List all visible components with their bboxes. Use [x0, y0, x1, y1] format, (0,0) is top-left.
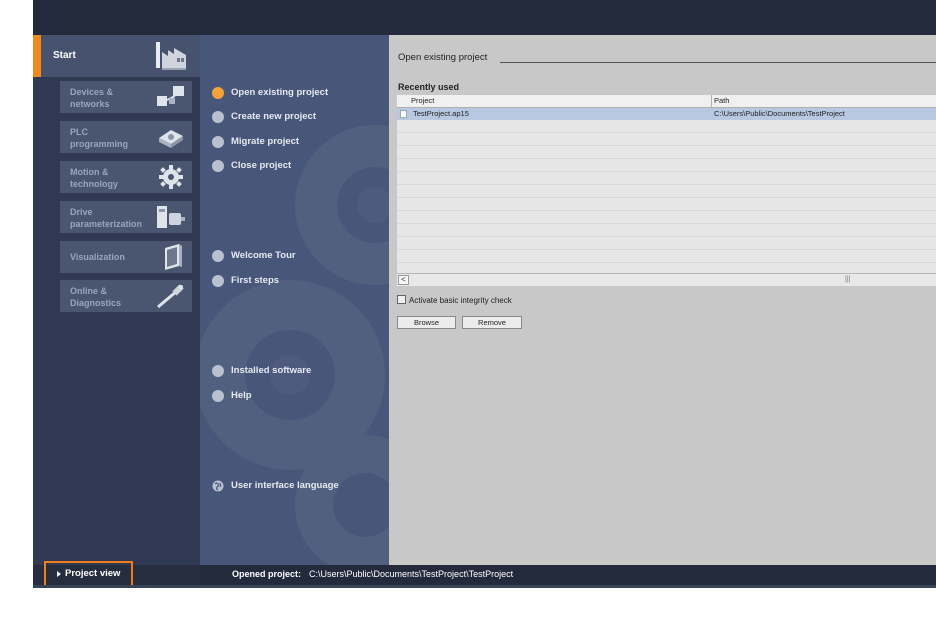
- open-project-panel: Open existing project Recently used Proj…: [389, 35, 936, 565]
- start-factory-icon: [156, 42, 186, 70]
- recently-used-heading: Recently used: [398, 82, 460, 92]
- title-divider: [500, 62, 936, 63]
- column-header-path[interactable]: Path: [714, 96, 729, 105]
- plc-programming-icon: [159, 130, 183, 148]
- menu-item-label: Welcome Tour: [231, 250, 296, 261]
- recent-projects-table: Project Path TestProject.ap15 C:\Users\P…: [397, 95, 936, 285]
- row-divider: [397, 197, 936, 198]
- motion-gear-icon: [159, 165, 183, 189]
- sidebar-item-plc-programming[interactable]: PLC programming: [60, 121, 192, 153]
- sidebar-item-label: Online & Diagnostics: [70, 286, 122, 308]
- radio-indicator: [212, 390, 224, 402]
- sidebar-item-motion-technology[interactable]: Motion & technology: [60, 161, 192, 193]
- row-divider: [397, 132, 936, 133]
- drive-motor-icon: [157, 206, 185, 228]
- table-row[interactable]: TestProject.ap15 C:\Users\Public\Documen…: [397, 108, 936, 120]
- scroll-grip-icon[interactable]: |||: [845, 276, 850, 283]
- project-name-cell: TestProject.ap15: [413, 109, 469, 118]
- menu-item-label: Open existing project: [231, 87, 329, 98]
- project-view-button[interactable]: Project view: [44, 561, 133, 587]
- integrity-check-label[interactable]: Activate basic integrity check: [409, 296, 512, 305]
- menu-item-label: Create new project: [231, 111, 316, 122]
- diagnostics-probe-icon: [157, 284, 184, 309]
- menu-item-label: User interface language: [231, 480, 339, 491]
- devices-networks-icon: [157, 86, 184, 106]
- opened-project-status: Opened project: C:\Users\Public\Documents…: [232, 569, 513, 579]
- sidebar-item-label: Visualization: [70, 252, 125, 262]
- sidebar-item-visualization[interactable]: Visualization: [60, 241, 192, 273]
- project-path-cell: C:\Users\Public\Documents\TestProject: [714, 109, 845, 118]
- opened-project-path: C:\Users\Public\Documents\TestProject\Te…: [309, 569, 514, 579]
- row-divider: [397, 236, 936, 237]
- sidebar-item-label: PLC programming: [70, 127, 129, 149]
- title-bar: [33, 0, 936, 35]
- sidebar-item-online-diagnostics[interactable]: Online & Diagnostics: [60, 280, 192, 312]
- radio-indicator: [212, 136, 224, 148]
- radio-indicator: [212, 160, 224, 172]
- radio-indicator: [212, 87, 224, 99]
- scroll-left-button[interactable]: <: [398, 275, 409, 285]
- sidebar-item-label: Devices & networks: [70, 87, 114, 109]
- portal-sidebar: Start Devices & networks PLC programming: [33, 35, 200, 565]
- column-header-project[interactable]: Project: [411, 96, 434, 105]
- panel-title: Open existing project: [398, 52, 488, 63]
- action-menu: Open existing project Create new project…: [200, 35, 389, 565]
- radio-indicator: [212, 275, 224, 287]
- sidebar-item-drive-parameterization[interactable]: Drive parameterization: [60, 201, 192, 233]
- radio-indicator: [212, 111, 224, 123]
- row-divider: [397, 262, 936, 263]
- table-header: Project Path: [397, 95, 936, 108]
- menu-item-label: First steps: [231, 275, 280, 286]
- project-view-label: Project view: [65, 568, 121, 579]
- sidebar-item-devices-networks[interactable]: Devices & networks: [60, 81, 192, 113]
- row-divider: [397, 184, 936, 185]
- row-divider: [397, 210, 936, 211]
- horizontal-scrollbar[interactable]: < |||: [397, 273, 936, 286]
- row-divider: [397, 158, 936, 159]
- row-divider: [397, 145, 936, 146]
- globe-icon: [212, 480, 224, 492]
- row-divider: [397, 171, 936, 172]
- opened-project-label: Opened project:: [232, 569, 302, 579]
- sidebar-item-label: Drive parameterization: [70, 207, 143, 229]
- row-divider: [397, 223, 936, 224]
- sidebar-item-label: Start: [53, 50, 76, 61]
- sidebar-item-start[interactable]: Start: [33, 35, 200, 77]
- visualization-panel-icon: [165, 244, 182, 270]
- integrity-check-checkbox[interactable]: [397, 295, 406, 304]
- menu-item-label: Close project: [231, 160, 292, 171]
- remove-button[interactable]: Remove: [462, 316, 522, 329]
- bottom-edge: [33, 585, 936, 588]
- play-arrow-icon: [57, 571, 61, 577]
- project-file-icon: [400, 110, 407, 118]
- menu-item-label: Migrate project: [231, 136, 300, 147]
- menu-item-label: Installed software: [231, 365, 312, 376]
- column-separator[interactable]: [711, 95, 712, 107]
- status-bar: Project view Opened project: C:\Users\Pub…: [33, 561, 936, 587]
- radio-indicator: [212, 365, 224, 377]
- tia-portal-window: Start Devices & networks PLC programming: [33, 0, 936, 588]
- menu-item-label: Help: [231, 390, 252, 401]
- row-divider: [397, 249, 936, 250]
- sidebar-item-label: Motion & technology: [70, 167, 119, 189]
- active-indicator: [33, 35, 41, 77]
- browse-button[interactable]: Browse: [397, 316, 456, 329]
- radio-indicator: [212, 250, 224, 262]
